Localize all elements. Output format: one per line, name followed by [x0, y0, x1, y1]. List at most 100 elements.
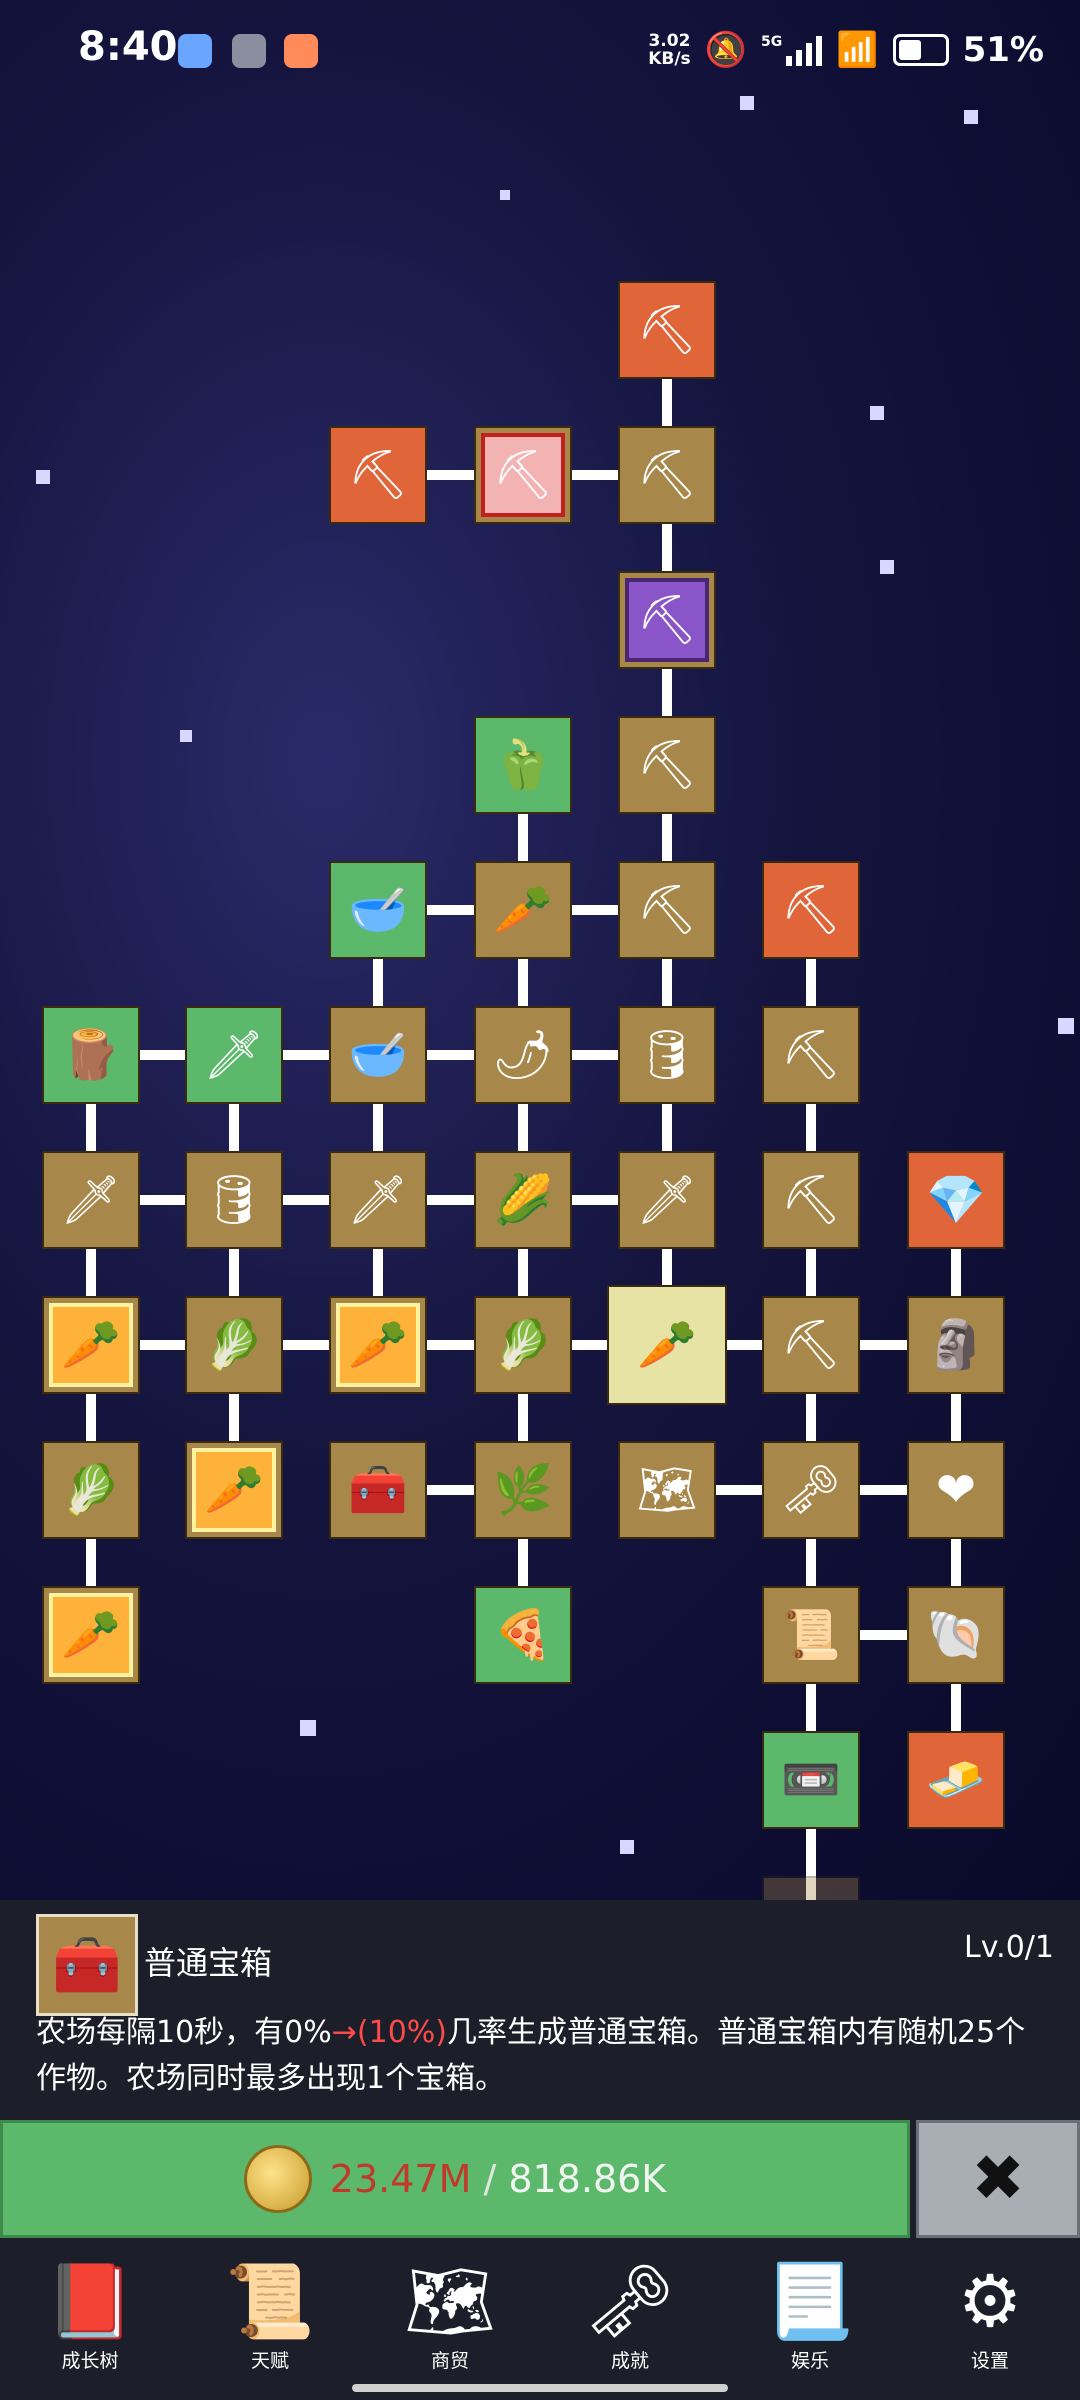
chest-icon: 🧰 [36, 1914, 138, 2016]
scroll-icon: 📜 [225, 2259, 315, 2343]
skill-node-sword[interactable]: 🗡 [329, 1151, 427, 1249]
skill-node-corn[interactable]: 🌽 [474, 1151, 572, 1249]
butter-icon: 🧈 [926, 1752, 986, 1808]
item-title: 普通宝箱 [144, 1944, 273, 1982]
skill-tree: ⛏ ⛏ ⛏ ⛏ ⛏ 🫑 ⛏ 🥣 🥕 ⛏ ⛏ 🪵 🗡 🥣 🌶 🛢 ⛏ 🗡 🛢 🗡 🌽 🗡 ⛏ 💎 🥕 🥬 🥕 🥬 🥕 ⛏ 🗿 🥬 🥕 🧰 🌿 🗺 🗝 ❤ 🥕 🍕… [0, 0, 1080, 1974]
nav-label: 成就 [610, 2350, 649, 2372]
heart-icon: ❤ [935, 1462, 977, 1518]
skill-node-statue[interactable]: 🗿 [907, 1296, 1005, 1394]
skill-node-barrel[interactable]: 🛢 [185, 1151, 283, 1249]
skill-node-heart[interactable]: ❤ [907, 1441, 1005, 1539]
key-icon: 🗝 [584, 2259, 676, 2343]
nav-book[interactable]: 📕 成长树 [0, 2240, 180, 2400]
statue-icon: 🗿 [926, 1317, 986, 1373]
sword-icon: 🗡 [347, 1172, 409, 1228]
skill-node-pizza[interactable]: 🍕 [474, 1586, 572, 1684]
skill-node-carrot[interactable]: 🥕 [42, 1296, 140, 1394]
skill-node-barrel[interactable]: 🛢 [618, 1006, 716, 1104]
skill-node-carrot[interactable]: 🥕 [42, 1586, 140, 1684]
map-icon: 🗺 [636, 1462, 698, 1518]
skill-node-shovel[interactable]: ⛏ [474, 426, 572, 524]
nav-parchment[interactable]: 📃 娱乐 [720, 2240, 900, 2400]
nav-gear[interactable]: ⚙ 设置 [900, 2240, 1080, 2400]
skill-node-carrot[interactable]: 🥕 [607, 1285, 727, 1405]
map-icon: 🗺 [404, 2259, 496, 2343]
skill-node-shovel[interactable]: ⛏ [618, 426, 716, 524]
corn-icon: 🌽 [493, 1172, 553, 1228]
cabbage-icon: 🥬 [61, 1462, 121, 1518]
book-icon: 📕 [45, 2259, 135, 2343]
shovel-icon: ⛏ [492, 447, 554, 503]
skill-node-carrot[interactable]: 🥕 [329, 1296, 427, 1394]
skill-node-chest[interactable]: 🧰 [329, 1441, 427, 1539]
cost-value: 23.47M [329, 2157, 472, 2201]
nav-label: 娱乐 [790, 2350, 829, 2372]
nav-label: 设置 [970, 2350, 1009, 2372]
skill-node-cabbage[interactable]: 🥬 [474, 1296, 572, 1394]
pot-icon: 🥣 [348, 1027, 408, 1083]
pizza-icon: 🍕 [493, 1607, 553, 1663]
skill-node-leek[interactable]: 🌿 [474, 1441, 572, 1539]
shovel-icon: ⛏ [636, 882, 698, 938]
nav-key[interactable]: 🗝 成就 [540, 2240, 720, 2400]
sword-icon: 🗡 [60, 1172, 122, 1228]
nav-label: 成长树 [61, 2350, 119, 2372]
key-icon: 🗝 [780, 1462, 842, 1518]
sword-icon: 🗡 [203, 1027, 265, 1083]
skill-node-key[interactable]: 🗝 [762, 1441, 860, 1539]
skill-node-crate[interactable]: 🪵 [42, 1006, 140, 1104]
pickaxe-icon: ⛏ [780, 1172, 842, 1228]
fossil-icon: 🐚 [926, 1607, 986, 1663]
nav-map[interactable]: 🗺 商贸 [360, 2240, 540, 2400]
carrot-icon: 🥕 [637, 1317, 697, 1373]
skill-node-sword[interactable]: 🗡 [42, 1151, 140, 1249]
upgrade-button[interactable]: 23.47M / 818.86K [0, 2120, 910, 2238]
radish-icon: 🥕 [493, 882, 553, 938]
skill-node-cassette[interactable]: 📼 [762, 1731, 860, 1829]
parchment-icon: 📃 [765, 2259, 855, 2343]
chest-icon: 🧰 [348, 1462, 408, 1518]
skill-node-sword[interactable]: 🗡 [185, 1006, 283, 1104]
pepper-icon: 🫑 [493, 737, 553, 793]
skill-node-pickaxe[interactable]: ⛏ [762, 1006, 860, 1104]
coin-icon [243, 2145, 312, 2213]
skill-node-shovel[interactable]: ⛏ [618, 281, 716, 379]
skill-node-shovel[interactable]: ⛏ [329, 426, 427, 524]
crystal-icon: 💎 [926, 1172, 986, 1228]
skill-node-shovel[interactable]: ⛏ [618, 716, 716, 814]
cabbage-icon: 🥬 [204, 1317, 264, 1373]
skill-node-shovel[interactable]: ⛏ [618, 571, 716, 669]
skill-node-fossil[interactable]: 🐚 [907, 1586, 1005, 1684]
item-level: Lv.0/1 [964, 1930, 1054, 1965]
skill-node-scroll[interactable]: 📜 [762, 1586, 860, 1684]
skill-node-radish[interactable]: 🥕 [474, 861, 572, 959]
skill-node-carrot[interactable]: 🥕 [185, 1441, 283, 1539]
skill-node-pickaxe[interactable]: ⛏ [762, 1151, 860, 1249]
shovel-icon: ⛏ [636, 447, 698, 503]
pickaxe-icon: ⛏ [780, 1027, 842, 1083]
close-icon: ✖ [971, 2142, 1025, 2216]
crate-icon: 🪵 [61, 1027, 121, 1083]
skill-node-pot[interactable]: 🥣 [329, 861, 427, 959]
home-indicator[interactable] [352, 2384, 728, 2392]
skill-node-pickaxe[interactable]: ⛏ [762, 861, 860, 959]
leek-icon: 🌿 [493, 1462, 553, 1518]
shovel-icon: ⛏ [636, 302, 698, 358]
skill-node-crystal[interactable]: 💎 [907, 1151, 1005, 1249]
skill-node-shovel[interactable]: ⛏ [618, 861, 716, 959]
carrot-icon: 🥕 [204, 1462, 264, 1518]
skill-node-chili[interactable]: 🌶 [474, 1006, 572, 1104]
skill-node-cabbage[interactable]: 🥬 [42, 1441, 140, 1539]
pickaxe-icon: ⛏ [780, 882, 842, 938]
close-button[interactable]: ✖ [916, 2120, 1080, 2238]
bottom-nav: 📕 成长树 📜 天赋 🗺 商贸 🗝 成就 📃 娱乐 ⚙ 设置 [0, 2240, 1080, 2400]
gear-icon: ⚙ [957, 2259, 1023, 2343]
skill-node-pickaxe[interactable]: ⛏ [762, 1296, 860, 1394]
skill-node-butter[interactable]: 🧈 [907, 1731, 1005, 1829]
skill-node-map[interactable]: 🗺 [618, 1441, 716, 1539]
skill-node-dagger[interactable]: 🗡 [618, 1151, 716, 1249]
skill-node-pepper[interactable]: 🫑 [474, 716, 572, 814]
skill-node-cabbage[interactable]: 🥬 [185, 1296, 283, 1394]
nav-scroll[interactable]: 📜 天赋 [180, 2240, 360, 2400]
skill-node-pot[interactable]: 🥣 [329, 1006, 427, 1104]
